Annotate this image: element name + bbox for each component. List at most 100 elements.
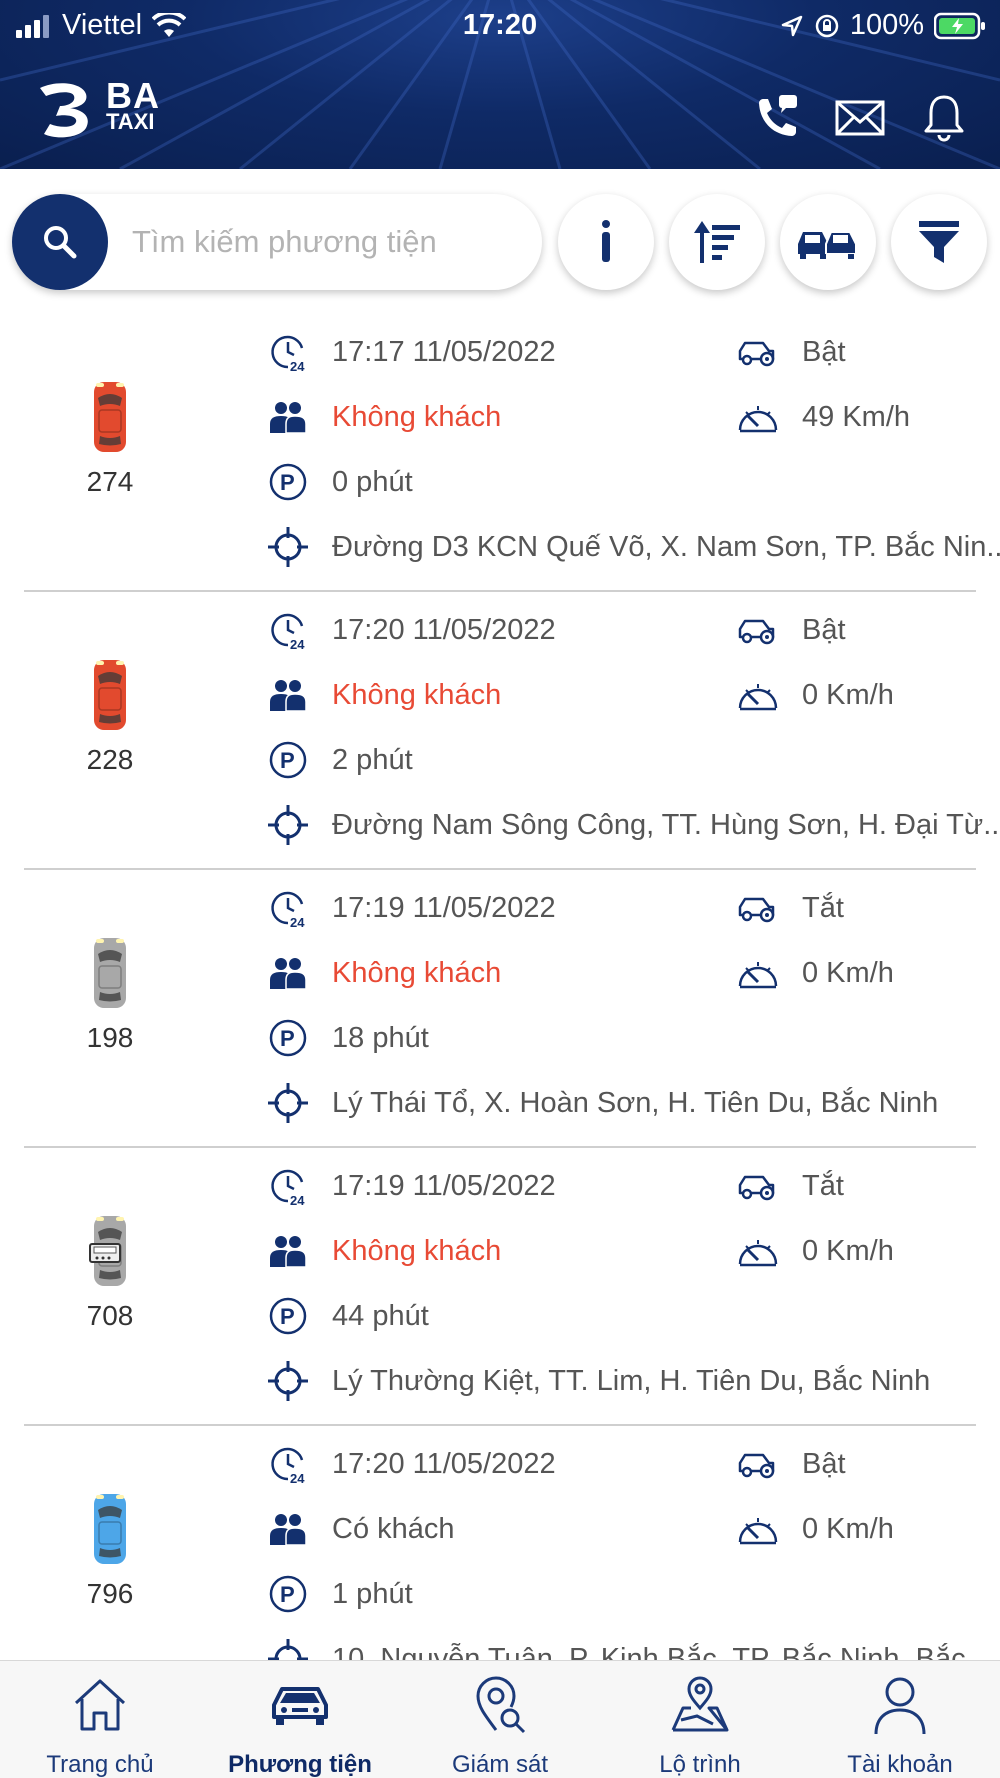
location-target-icon (268, 1361, 308, 1401)
app-header: Viettel 17:20 100% BA TAXI (0, 0, 1000, 169)
location-target-icon (268, 1639, 308, 1660)
svg-text:24: 24 (290, 915, 305, 928)
vehicle-car-icon (94, 1494, 126, 1564)
rotation-lock-icon (815, 14, 839, 37)
row-divider (24, 868, 976, 870)
vehicle-row[interactable]: 228 24 17:20 11/05/2022 Bật Không khách 0… (0, 598, 1000, 876)
vehicle-number: 198 (86, 1022, 134, 1053)
vehicle-number: 228 (86, 744, 134, 775)
vehicle-row[interactable]: 274 24 17:17 11/05/2022 Bật Không khách 4… (0, 320, 1000, 598)
nav-account-label: Tài khoản (847, 1751, 953, 1778)
speedometer-icon (738, 962, 778, 989)
sort-button[interactable] (669, 194, 765, 290)
address-field: Lý Thái Tổ, X. Hoàn Sơn, H. Tiên Du, Bắc… (266, 1081, 1000, 1125)
nav-home-label: Trang chủ (46, 1751, 154, 1778)
last-update-field: 24 17:20 11/05/2022 (266, 608, 556, 652)
last-update-field: 24 17:19 11/05/2022 (266, 1164, 556, 1208)
sort-icon (694, 221, 740, 263)
logo-text-taxi: TAXI (106, 109, 155, 134)
row-divider (24, 1424, 976, 1426)
mail-button[interactable] (834, 92, 886, 144)
vehicle-car-icon (89, 1216, 126, 1286)
engine-status: Bật (802, 1447, 846, 1480)
svg-text:P: P (280, 1026, 295, 1051)
search-button[interactable] (12, 194, 108, 290)
svg-text:24: 24 (290, 1193, 305, 1206)
speedometer-icon (738, 406, 778, 433)
speedometer-icon (738, 684, 778, 711)
parking-duration: 1 phút (332, 1577, 413, 1610)
vehicle-row[interactable]: 198 24 17:19 11/05/2022 Tắt Không khách 0… (0, 876, 1000, 1154)
nav-route-label: Lộ trình (659, 1751, 741, 1778)
passenger-field: Có khách (266, 1507, 455, 1551)
svg-text:24: 24 (290, 1471, 305, 1484)
search-input[interactable] (132, 216, 522, 268)
address-field: Đường Nam Sông Công, TT. Hùng Sơn, H. Đạ… (266, 803, 1000, 847)
clock-24h-icon: 24 (271, 613, 305, 650)
monitor-pin-icon (476, 1676, 526, 1734)
status-bar: Viettel 17:20 100% (0, 0, 1000, 50)
vehicle-row[interactable]: 796 24 17:20 11/05/2022 Bật Có khách 0 Km… (0, 1432, 1000, 1660)
nav-home[interactable]: Trang chủ (0, 1673, 200, 1778)
user-icon (874, 1677, 926, 1735)
clock-24h-icon: 24 (271, 1169, 305, 1206)
mail-icon (835, 100, 885, 136)
parking-field: P 18 phút (266, 1016, 429, 1060)
clock-24h-icon: 24 (271, 1447, 305, 1484)
passenger-status: Không khách (332, 956, 502, 989)
svg-text:P: P (280, 470, 295, 495)
nav-monitoring[interactable]: Giám sát (400, 1673, 600, 1778)
phone-button[interactable] (750, 92, 802, 144)
nav-route[interactable]: Lộ trình (600, 1673, 800, 1778)
info-icon (602, 220, 610, 262)
nav-account[interactable]: Tài khoản (800, 1673, 1000, 1778)
vehicle-car-icon (94, 382, 126, 452)
vehicle-address: Lý Thường Kiệt, TT. Lim, H. Tiên Du, Bắc… (332, 1364, 931, 1397)
row-divider (24, 1146, 976, 1148)
parking-icon: P (269, 1019, 307, 1057)
battery-percent: 100% (849, 9, 924, 41)
car-engine-icon (738, 1175, 775, 1201)
speed-value: 0 Km/h (802, 678, 894, 711)
vehicle-avatar: 198 (60, 936, 160, 1054)
engine-field: Bật (736, 330, 846, 374)
location-target-icon (268, 805, 308, 845)
notification-button[interactable] (918, 92, 970, 144)
last-update-field: 24 17:19 11/05/2022 (266, 886, 556, 930)
car-engine-icon (738, 619, 775, 645)
vehicle-number: 274 (86, 466, 134, 497)
speedometer-icon (738, 1240, 778, 1267)
last-update-time: 17:20 11/05/2022 (332, 613, 556, 646)
location-target-icon (268, 527, 308, 567)
engine-status: Bật (802, 335, 846, 368)
address-field: Lý Thường Kiệt, TT. Lim, H. Tiên Du, Bắc… (266, 1359, 1000, 1403)
last-update-time: 17:19 11/05/2022 (332, 891, 556, 924)
speed-value: 0 Km/h (802, 956, 894, 989)
cars-icon (798, 231, 857, 259)
engine-status: Bật (802, 613, 846, 646)
parking-duration: 0 phút (332, 465, 413, 498)
info-button[interactable] (558, 194, 654, 290)
speedometer-icon (738, 1518, 778, 1545)
vehicle-address: Lý Thái Tổ, X. Hoàn Sơn, H. Tiên Du, Bắc… (332, 1086, 939, 1119)
vehicle-group-button[interactable] (780, 194, 876, 290)
address-field: Đường D3 KCN Quế Võ, X. Nam Sơn, TP. Bắc… (266, 525, 1000, 569)
passenger-field: Không khách (266, 1229, 501, 1273)
passengers-icon (270, 1514, 307, 1546)
nav-vehicles[interactable]: Phương tiện (200, 1673, 400, 1778)
passenger-status: Không khách (332, 400, 502, 433)
last-update-field: 24 17:20 11/05/2022 (266, 1442, 556, 1486)
engine-status: Tắt (802, 1169, 844, 1202)
passenger-field: Không khách (266, 951, 501, 995)
svg-text:24: 24 (290, 359, 305, 372)
vehicle-row[interactable]: 708 24 17:19 11/05/2022 Tắt Không khách 0… (0, 1154, 1000, 1432)
car-engine-icon (738, 341, 775, 367)
passenger-status: Không khách (332, 678, 502, 711)
filter-button[interactable] (891, 194, 987, 290)
vehicle-address: Đường Nam Sông Công, TT. Hùng Sơn, H. Đạ… (332, 808, 1000, 841)
passenger-field: Không khách (266, 673, 501, 717)
vehicle-address: Đường D3 KCN Quế Võ, X. Nam Sơn, TP. Bắc… (332, 530, 1000, 563)
parking-field: P 1 phút (266, 1572, 413, 1616)
ba-logo-mark-icon (40, 83, 88, 138)
last-update-field: 24 17:17 11/05/2022 (266, 330, 556, 374)
